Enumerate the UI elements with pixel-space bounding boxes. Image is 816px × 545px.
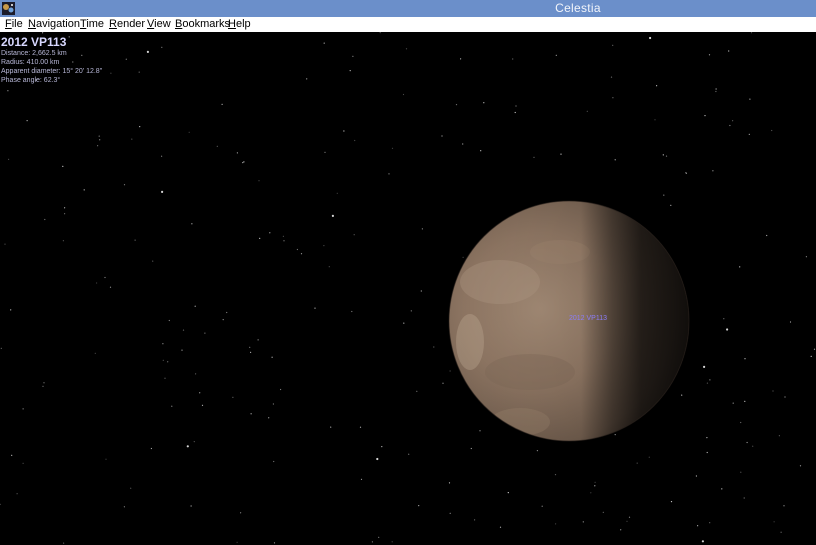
menu-render-label: ender xyxy=(116,18,146,30)
hud-phase-angle: Phase angle: 62.3° xyxy=(1,77,61,84)
planet-sphere[interactable] xyxy=(0,32,816,545)
menu-help-label: elp xyxy=(235,18,251,30)
hud-info-panel: 2012 VP113 Distance: 2,662.5 km Radius: … xyxy=(1,36,102,85)
menu-file-mnemonic: F xyxy=(5,18,12,30)
menu-file[interactable]: File xyxy=(5,18,23,31)
window-title: Celestia xyxy=(555,1,601,15)
menu-view-label: iew xyxy=(154,18,171,30)
menu-bookmarks-label: ookmarks xyxy=(182,18,231,30)
menu-time-label: ime xyxy=(86,18,105,30)
planet-label[interactable]: 2012 VP113 xyxy=(569,315,607,322)
menu-time[interactable]: Time xyxy=(80,18,104,31)
menu-render-mnemonic: R xyxy=(109,18,117,30)
hud-radius: Radius: 410.00 km xyxy=(1,59,60,66)
hud-object-name: 2012 VP113 xyxy=(1,35,67,49)
menu-help[interactable]: Help xyxy=(228,18,251,31)
menu-file-label: ile xyxy=(11,18,23,30)
menu-view[interactable]: View xyxy=(147,18,171,31)
hud-distance: Distance: 2,662.5 km xyxy=(1,50,67,57)
render-viewport[interactable]: 2012 VP113 2012 VP113 Distance: 2,662.5 … xyxy=(0,32,816,545)
menu-navigation-mnemonic: N xyxy=(28,18,36,30)
hud-apparent-diameter: Apparent diameter: 15° 20' 12.8" xyxy=(1,68,103,75)
menu-navigation[interactable]: Navigation xyxy=(28,18,80,31)
menu-navigation-label: avigation xyxy=(35,18,80,30)
menu-render[interactable]: Render xyxy=(109,18,145,31)
menu-bar: File Navigation Time Render View Bookmar… xyxy=(0,17,816,32)
title-bar[interactable]: Celestia xyxy=(0,0,816,17)
menu-bookmarks[interactable]: Bookmarks xyxy=(175,18,230,31)
menu-help-mnemonic: H xyxy=(228,18,236,30)
